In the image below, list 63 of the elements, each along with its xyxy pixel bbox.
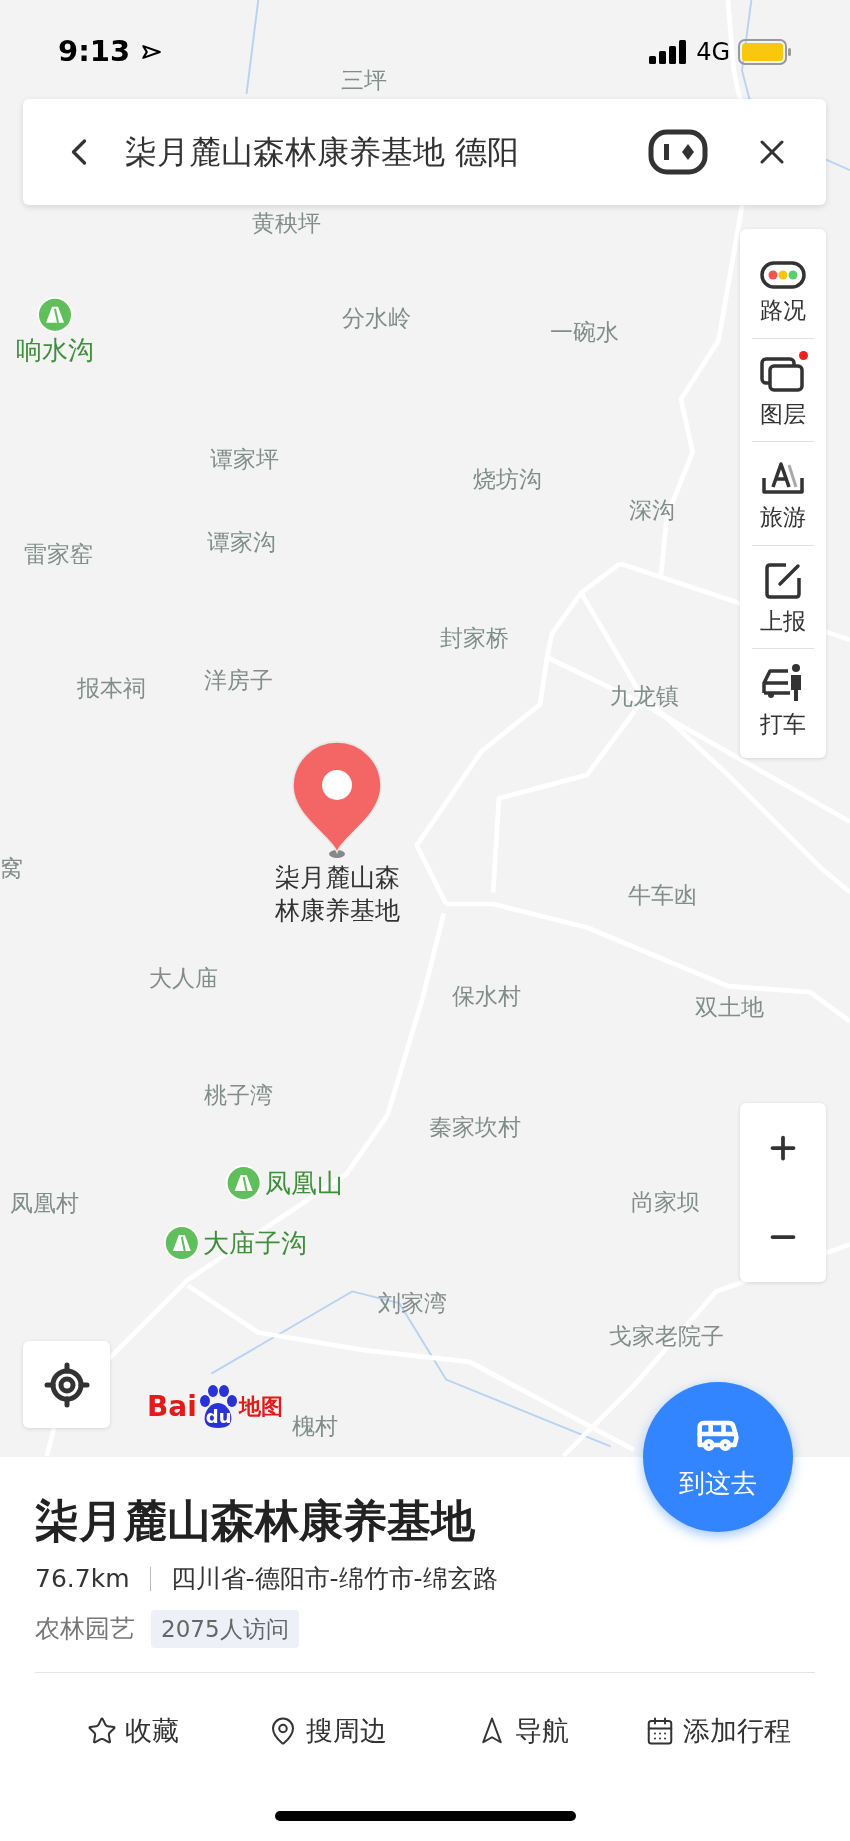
scenic-spot-label[interactable]: 凤凰山 bbox=[265, 1170, 344, 1197]
place-label: 一碗水 bbox=[550, 320, 620, 344]
locate-button[interactable] bbox=[23, 1341, 110, 1428]
search-bar[interactable]: 柒月麓山森林康养基地 德阳 bbox=[23, 99, 826, 205]
layers-icon bbox=[760, 354, 806, 393]
place-label: 刘家湾 bbox=[377, 1291, 447, 1315]
rounded-square-icon[interactable] bbox=[648, 129, 708, 175]
place-label: 槐村 bbox=[291, 1414, 338, 1438]
place-label: 谭家坪 bbox=[209, 447, 279, 471]
action-button[interactable]: 搜周边 bbox=[230, 1711, 425, 1752]
place-label: 牛车凼 bbox=[627, 883, 697, 907]
place-label: 烧坊沟 bbox=[472, 467, 542, 491]
mountain-icon bbox=[163, 1225, 200, 1262]
mountain-icon bbox=[225, 1165, 262, 1202]
action-button[interactable]: 导航 bbox=[425, 1711, 620, 1752]
place-label: 凤凰村 bbox=[10, 1191, 80, 1215]
map-tool-label[interactable]: 旅游 bbox=[760, 500, 806, 535]
place-label: 桃子湾 bbox=[203, 1083, 273, 1107]
edit-icon bbox=[764, 561, 802, 600]
locate-icon bbox=[42, 1360, 91, 1409]
travel-icon bbox=[761, 460, 805, 496]
place-label: 深沟 bbox=[628, 498, 675, 521]
logo-text: du bbox=[205, 1408, 232, 1426]
signal-icon bbox=[648, 40, 689, 64]
map-tool-label[interactable]: 打车 bbox=[760, 707, 806, 742]
distance-text: 76.7km bbox=[35, 1563, 130, 1595]
place-label: 大人庙 bbox=[148, 966, 218, 990]
logo-text: Bai bbox=[147, 1393, 197, 1421]
place-label: 雷家窑 bbox=[24, 542, 94, 566]
category-text: 农林园艺 bbox=[35, 1613, 135, 1645]
place-label: 保水村 bbox=[451, 984, 521, 1008]
location-pin-icon[interactable] bbox=[291, 740, 383, 860]
mountain-icon bbox=[37, 296, 74, 333]
scenic-spot-label[interactable]: 大庙子沟 bbox=[203, 1230, 308, 1257]
place-label: 尚家坝 bbox=[631, 1190, 701, 1214]
place-title: 柒月麓山森林康养基地 bbox=[35, 1494, 476, 1548]
scenic-spot-label[interactable]: 响水沟 bbox=[16, 336, 95, 363]
pin-label: 柒月麓山森林康养基地 bbox=[274, 862, 400, 927]
place-label: 分水岭 bbox=[342, 306, 412, 330]
place-label: 九龙镇 bbox=[610, 684, 680, 708]
search-query: 柒月麓山森林康养基地 德阳 bbox=[125, 132, 520, 173]
network-label: 4G bbox=[696, 37, 730, 68]
map-tool-label[interactable]: 路况 bbox=[760, 293, 806, 328]
map-tool-label[interactable]: 图层 bbox=[760, 396, 806, 431]
place-label: 双土地 bbox=[694, 995, 764, 1019]
place-label: 三坪 bbox=[340, 68, 387, 92]
place-label: 窝 bbox=[0, 856, 24, 880]
status-time: 9:13 bbox=[58, 33, 131, 71]
battery-icon bbox=[738, 39, 792, 65]
logo-text: 地图 bbox=[238, 1396, 283, 1418]
address-text: 四川省-德阳市-绵竹市-绵玄路 bbox=[170, 1563, 498, 1595]
visits-tag: 2075人访问 bbox=[151, 1609, 299, 1648]
place-label: 谭家沟 bbox=[207, 530, 277, 554]
place-label: 黄秧坪 bbox=[251, 211, 321, 235]
map-tool-label[interactable]: 上报 bbox=[760, 603, 806, 638]
place-label: 戈家老院子 bbox=[609, 1324, 725, 1348]
action-button[interactable]: 收藏 bbox=[35, 1711, 230, 1752]
place-label: 洋房子 bbox=[203, 668, 273, 692]
action-button[interactable]: 添加行程 bbox=[620, 1711, 815, 1752]
place-label: 秦家坎村 bbox=[429, 1115, 522, 1139]
place-label: 报本祠 bbox=[77, 676, 147, 700]
traffic-light-icon bbox=[760, 261, 806, 289]
place-label: 封家桥 bbox=[439, 626, 509, 649]
